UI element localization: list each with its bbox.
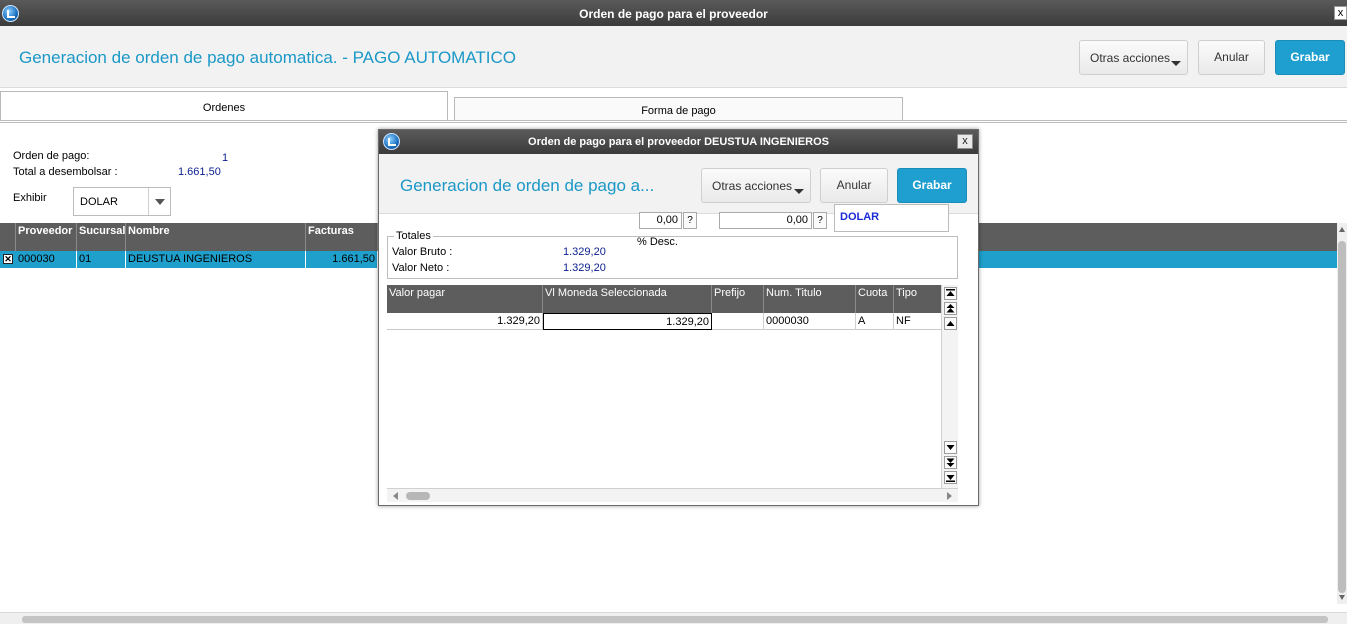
cell-valor-pagar[interactable]: 1.329,20 xyxy=(387,313,543,330)
exhibir-select[interactable]: DOLAR xyxy=(73,187,171,216)
total-desembolsar-label: Total a desembolsar : xyxy=(13,166,118,178)
otras-acciones-label: Otras acciones xyxy=(712,179,793,193)
orden-de-pago-label: Orden de pago: xyxy=(13,150,90,162)
grid-header-proveedor[interactable]: Proveedor xyxy=(16,223,77,251)
vertical-scrollbar[interactable] xyxy=(1337,223,1347,604)
dialog-titlebar: Orden de pago para el proveedor DEUSTUA … xyxy=(379,130,978,154)
grabar-button[interactable]: Grabar xyxy=(897,168,967,203)
table-row[interactable]: 1.329,20 1.329,20 0000030 A NF xyxy=(387,313,941,330)
anular-button[interactable]: Anular xyxy=(820,168,888,203)
dialog-page-title: Generacion de orden de pago a... xyxy=(400,176,655,195)
window-close-button[interactable]: x xyxy=(1334,6,1347,20)
scroll-right-icon[interactable] xyxy=(947,492,952,500)
anular-button[interactable]: Anular xyxy=(1198,40,1265,75)
cell-vl-moneda[interactable]: 1.329,20 xyxy=(543,313,712,330)
chevron-down-icon[interactable] xyxy=(148,188,170,215)
grid-header-prefijo[interactable]: Prefijo xyxy=(712,285,764,313)
cell-facturas: 1.661,50 xyxy=(306,251,378,268)
scrollbar-thumb[interactable] xyxy=(406,492,430,500)
chevron-down-icon xyxy=(1171,61,1181,66)
scroll-up-icon[interactable] xyxy=(944,317,957,330)
tab-ordenes[interactable]: Ordenes xyxy=(0,91,448,121)
cell-proveedor: 000030 xyxy=(16,251,77,268)
valor-bruto-value: 1.329,20 xyxy=(563,246,606,258)
grid-header-sucursal[interactable]: Sucursal xyxy=(77,223,126,251)
window-title: Orden de pago para el proveedor xyxy=(579,7,768,21)
dialog-grid-horizontal-scrollbar[interactable] xyxy=(387,488,958,502)
exhibir-select-value: DOLAR xyxy=(80,196,118,208)
horizontal-scrollbar[interactable] xyxy=(0,612,1347,624)
cell-tipo[interactable]: NF xyxy=(894,313,941,330)
currency-display: DOLAR xyxy=(834,204,949,232)
valor-bruto-label: Valor Bruto : xyxy=(392,246,453,258)
page-header: Generacion de orden de pago automatica. … xyxy=(0,26,1347,88)
dialog-title: Orden de pago para el proveedor DEUSTUA … xyxy=(528,136,829,148)
cell-nombre: DEUSTUA INGENIEROS xyxy=(126,251,306,268)
total-desembolsar-value: 1.661,50 xyxy=(178,166,221,178)
amount-input[interactable]: 0,00 xyxy=(719,212,812,229)
totals-legend: Totales xyxy=(394,230,433,242)
dialog-grid-vertical-scrollbar[interactable] xyxy=(941,285,958,488)
tab-forma-de-pago[interactable]: Forma de pago xyxy=(454,97,903,121)
dialog-close-button[interactable]: x xyxy=(957,134,973,149)
grid-header-cuota[interactable]: Cuota xyxy=(856,285,894,313)
scrollbar-thumb[interactable] xyxy=(22,616,1328,623)
otras-acciones-label: Otras acciones xyxy=(1090,51,1171,65)
scroll-left-icon[interactable] xyxy=(393,492,398,500)
grid-header-vl-moneda[interactable]: Vl Moneda Seleccionada xyxy=(543,285,712,313)
help-button[interactable]: ? xyxy=(683,212,697,229)
window-titlebar: Orden de pago para el proveedor x xyxy=(0,0,1347,26)
exhibir-label: Exhibir xyxy=(13,192,47,204)
orden-de-pago-value: 1 xyxy=(222,152,229,164)
scroll-page-down-icon[interactable] xyxy=(944,456,957,469)
scrollbar-thumb[interactable] xyxy=(1338,241,1346,593)
chevron-down-icon xyxy=(794,189,804,194)
scroll-down-icon[interactable] xyxy=(1339,595,1345,600)
titles-grid-header: Valor pagar Vl Moneda Seleccionada Prefi… xyxy=(387,285,941,313)
totals-group xyxy=(387,236,958,279)
grid-header-facturas[interactable]: Facturas xyxy=(306,223,378,251)
grid-header-tipo[interactable]: Tipo xyxy=(894,285,941,313)
grid-header-select xyxy=(0,223,16,251)
grid-header-nombre[interactable]: Nombre xyxy=(126,223,306,251)
cell-cuota[interactable]: A xyxy=(856,313,894,330)
valor-neto-label: Valor Neto : xyxy=(392,262,450,274)
scroll-down-icon[interactable] xyxy=(944,441,957,454)
otras-acciones-button[interactable]: Otras acciones xyxy=(701,168,811,203)
cell-prefijo[interactable] xyxy=(712,313,764,330)
grid-header-valor-pagar[interactable]: Valor pagar xyxy=(387,285,543,313)
row-checkbox[interactable]: ✕ xyxy=(3,254,13,264)
grid-header-num-titulo[interactable]: Num. Titulo xyxy=(764,285,856,313)
cell-num-titulo[interactable]: 0000030 xyxy=(764,313,856,330)
cell-sucursal: 01 xyxy=(77,251,126,268)
scroll-bottom-icon[interactable] xyxy=(944,471,957,484)
otras-acciones-button[interactable]: Otras acciones xyxy=(1079,40,1188,75)
discount-percent-input[interactable]: 0,00 xyxy=(639,212,682,229)
grabar-button[interactable]: Grabar xyxy=(1275,40,1345,75)
scroll-page-up-icon[interactable] xyxy=(944,302,957,315)
scroll-up-icon[interactable] xyxy=(1339,227,1345,232)
tab-divider xyxy=(0,120,1347,123)
valor-neto-value: 1.329,20 xyxy=(563,262,606,274)
payment-order-dialog: Orden de pago para el proveedor DEUSTUA … xyxy=(378,129,979,506)
scroll-top-icon[interactable] xyxy=(944,287,957,300)
help-button[interactable]: ? xyxy=(813,212,827,229)
page-title: Generacion de orden de pago automatica. … xyxy=(19,48,517,67)
